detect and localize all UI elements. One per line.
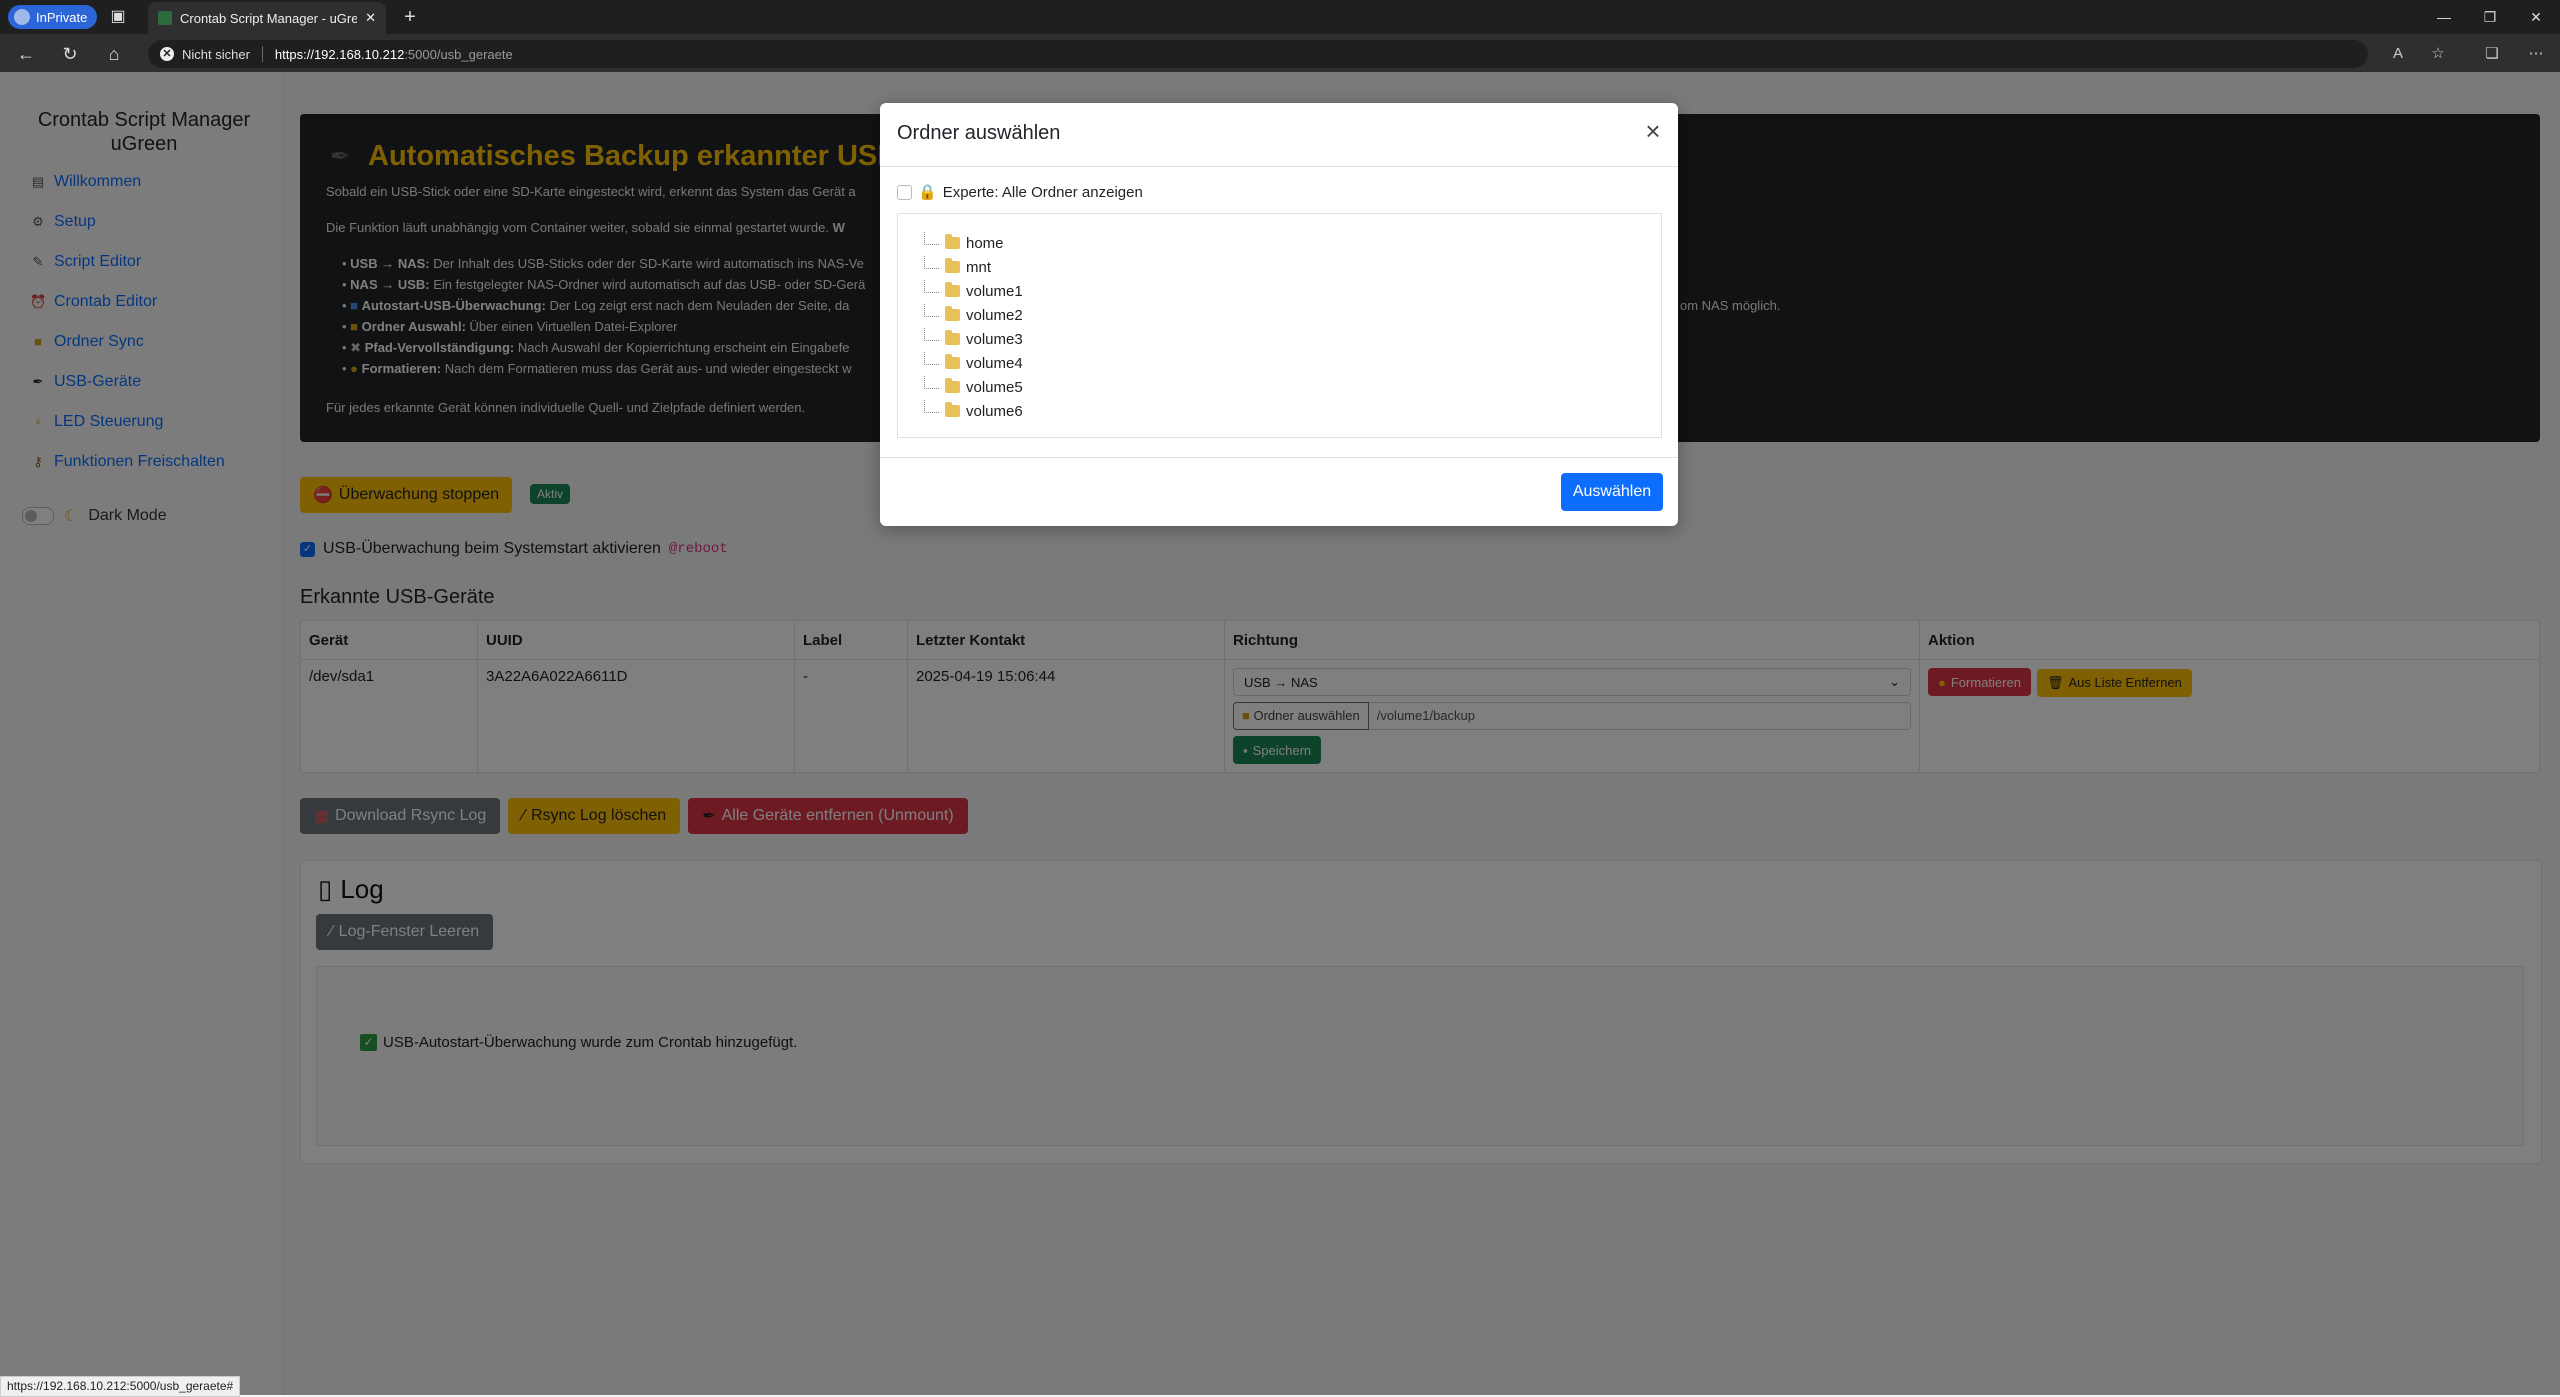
- status-bar-url: https://192.168.10.212:5000/usb_geraete#: [0, 1376, 241, 1397]
- tree-folder-mnt[interactable]: mnt: [924, 255, 991, 278]
- security-label: Nicht sicher: [182, 46, 250, 62]
- tab-title: Crontab Script Manager - uGreen: [180, 10, 358, 26]
- inprivate-label: InPrivate: [36, 9, 88, 25]
- browser-tab-active[interactable]: Crontab Script Manager - uGreen ✕: [148, 2, 386, 34]
- more-menu-icon[interactable]: ⋯: [2522, 40, 2550, 68]
- tree-folder-volume3[interactable]: volume3: [924, 327, 1023, 350]
- url-host: https://192.168.10.212: [274, 46, 405, 62]
- tree-folder-volume5[interactable]: volume5: [924, 375, 1023, 398]
- divider: [880, 166, 1678, 167]
- expert-checkbox[interactable]: [897, 184, 912, 200]
- address-separator: [261, 46, 263, 62]
- collections-icon[interactable]: ❏: [2478, 40, 2506, 68]
- back-icon[interactable]: ←: [12, 40, 40, 68]
- tab-actions-icon[interactable]: ▣: [104, 6, 132, 28]
- url-path: :5000/usb_geraete: [404, 46, 513, 62]
- folder-icon: [945, 402, 960, 417]
- home-icon[interactable]: ⌂: [100, 40, 128, 68]
- folder-icon: [945, 354, 960, 369]
- read-aloud-icon[interactable]: A: [2384, 40, 2412, 68]
- tree-folder-home[interactable]: home: [924, 231, 1004, 254]
- folder-icon: [945, 330, 960, 345]
- address-bar[interactable]: ✕ Nicht sicher https://192.168.10.212:50…: [148, 40, 2368, 68]
- profile-avatar: [14, 9, 30, 25]
- tree-folder-volume6[interactable]: volume6: [924, 399, 1023, 422]
- lock-icon: 🔒: [918, 184, 937, 201]
- restore-icon[interactable]: ❐: [2472, 6, 2508, 28]
- folder-icon: [945, 378, 960, 393]
- favicon-icon: [158, 11, 172, 25]
- new-tab-icon[interactable]: +: [398, 5, 422, 29]
- select-folder-button[interactable]: Auswählen: [1561, 473, 1663, 511]
- reload-icon[interactable]: ↻: [56, 40, 84, 68]
- tab-close-icon[interactable]: ✕: [365, 10, 376, 26]
- tree-folder-volume2[interactable]: volume2: [924, 303, 1023, 326]
- divider: [880, 457, 1678, 458]
- tree-folder-volume4[interactable]: volume4: [924, 351, 1023, 374]
- modal-title: Ordner auswählen: [897, 122, 1061, 144]
- folder-icon: [945, 258, 960, 273]
- folder-icon: [945, 234, 960, 249]
- minimize-icon[interactable]: —: [2426, 6, 2462, 28]
- tree-folder-volume1[interactable]: volume1: [924, 279, 1023, 302]
- inprivate-badge[interactable]: InPrivate: [8, 5, 98, 29]
- folder-icon: [945, 306, 960, 321]
- window-close-icon[interactable]: ✕: [2518, 6, 2554, 28]
- favorite-star-icon[interactable]: ☆: [2424, 40, 2452, 68]
- folder-icon: [945, 282, 960, 297]
- expert-checkbox-row[interactable]: 🔒 Experte: Alle Ordner anzeigen: [897, 183, 1143, 201]
- close-icon[interactable]: ×: [1640, 118, 1666, 144]
- not-secure-icon: ✕: [160, 47, 174, 61]
